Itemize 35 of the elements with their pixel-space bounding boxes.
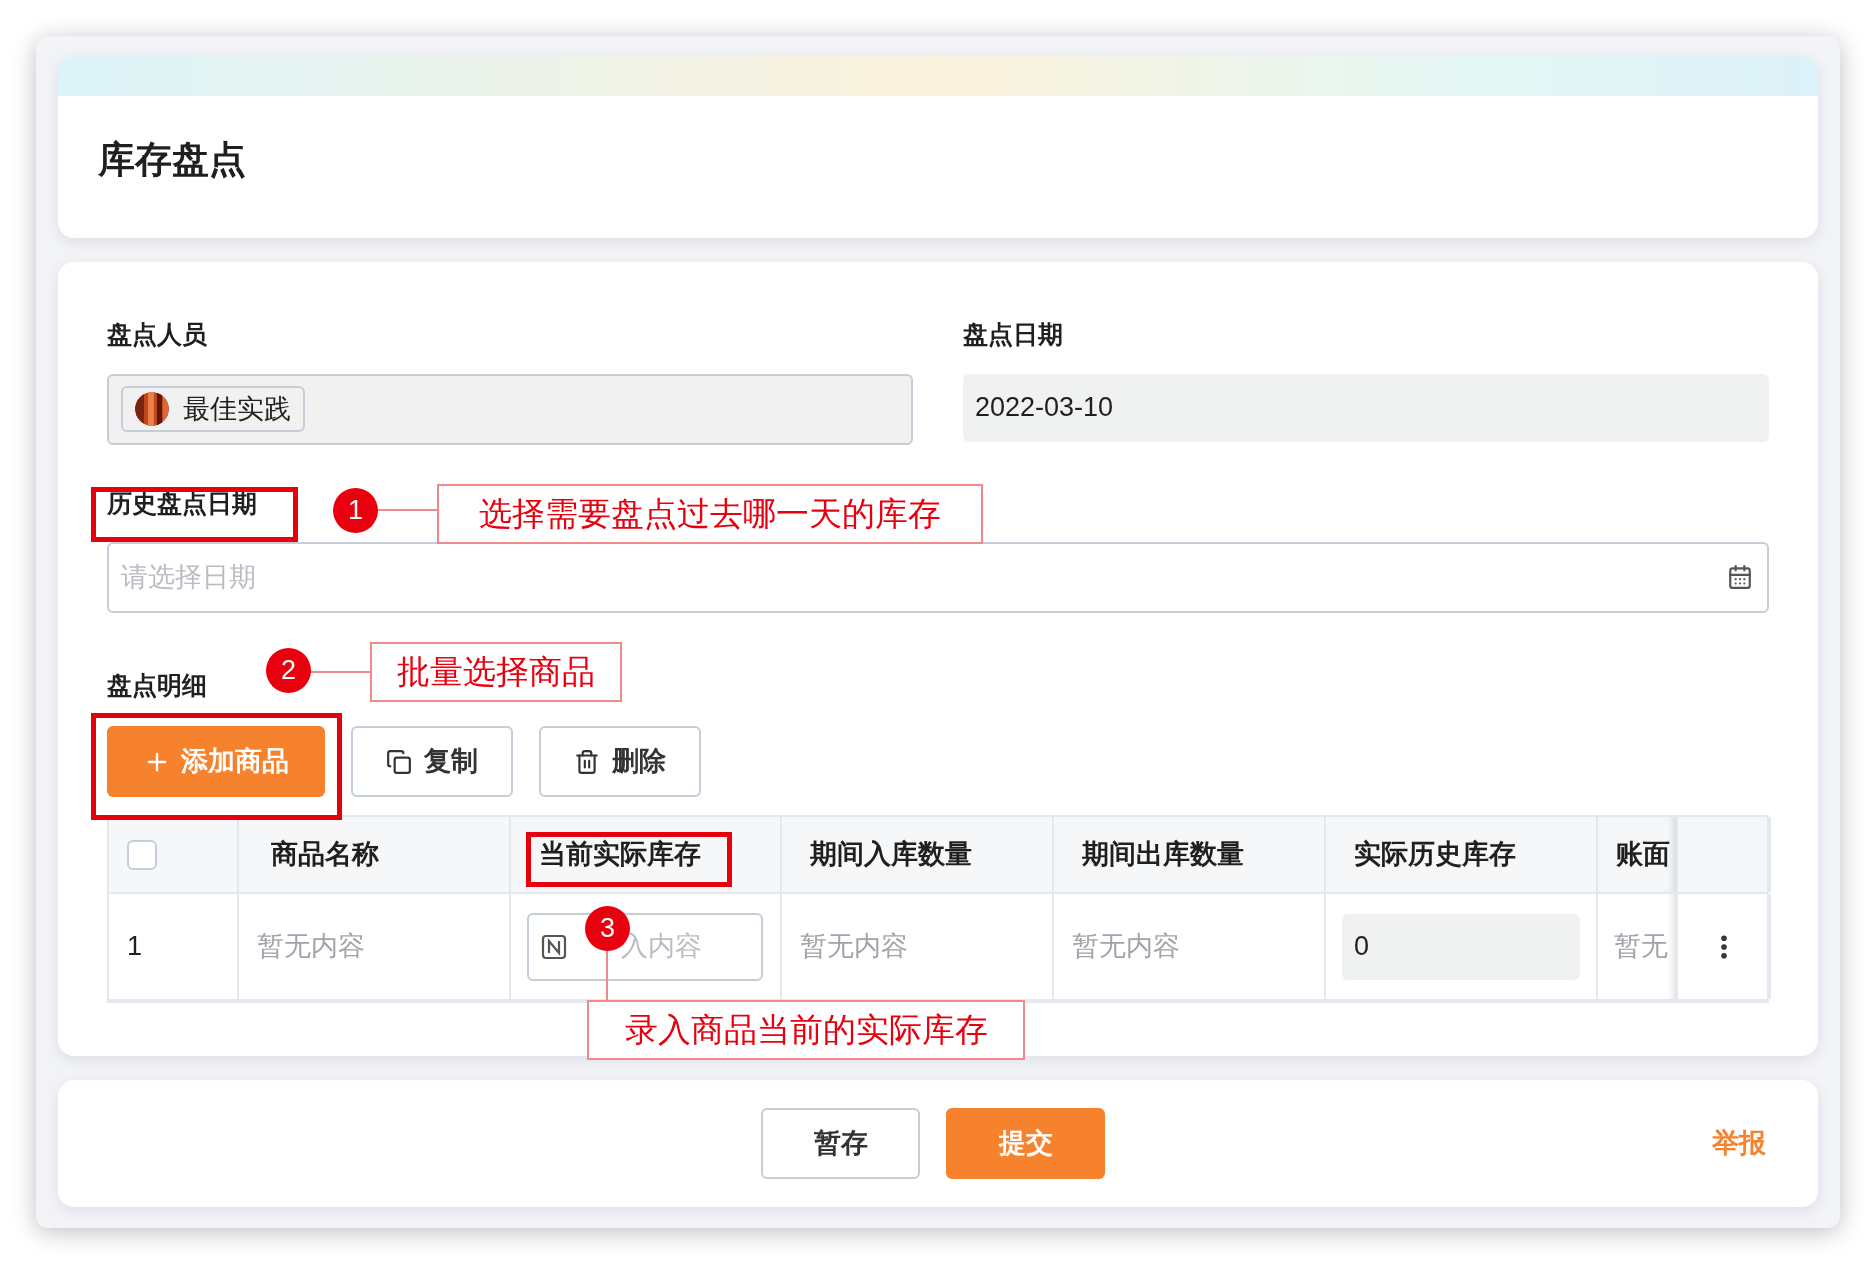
- number-icon: [541, 933, 567, 960]
- trash-icon: [574, 748, 600, 775]
- date-picker-field[interactable]: 请选择日期: [107, 541, 1769, 613]
- calendar-icon: [1727, 563, 1753, 590]
- row-number: 1: [127, 930, 143, 964]
- save-draft-button[interactable]: 暂存: [761, 1108, 920, 1179]
- copy-icon: [386, 748, 412, 775]
- column-header: 期间入库数量: [810, 841, 972, 868]
- column-header: 实际历史库存: [1354, 841, 1516, 868]
- field-label: 盘点日期: [963, 319, 1063, 350]
- date-field: 2022-03-10: [963, 373, 1769, 442]
- person-name: 最佳实践: [183, 392, 291, 426]
- table-cell-text: 暂无内容: [800, 930, 908, 964]
- callout-text: 批量选择商品: [370, 642, 622, 702]
- column-header: 商品名称: [271, 841, 379, 868]
- copy-button[interactable]: 复制: [351, 726, 513, 797]
- column-header: 期间出库数量: [1082, 841, 1244, 868]
- leader-line: [377, 509, 437, 511]
- history-stock-field: 0: [1342, 913, 1580, 980]
- column-header: 当前实际库存: [539, 841, 701, 868]
- column-header: 账面: [1616, 841, 1670, 868]
- person-field[interactable]: 最佳实践: [107, 373, 913, 445]
- callout-text: 录入商品当前的实际库存: [587, 1000, 1025, 1060]
- callout-text: 选择需要盘点过去哪一天的库存: [437, 484, 983, 544]
- table-cell-text: 暂无内容: [257, 930, 365, 964]
- table-cell-text: 暂无: [1614, 930, 1668, 964]
- leader-line: [606, 950, 608, 1000]
- delete-button[interactable]: 删除: [539, 726, 701, 797]
- field-label: 盘点人员: [107, 319, 207, 350]
- section-label: 盘点明细: [107, 669, 207, 701]
- field-label: 历史盘点日期: [107, 490, 257, 516]
- table-cell-text: 暂无内容: [1072, 930, 1180, 964]
- page-title: 库存盘点: [98, 138, 246, 183]
- select-all-checkbox[interactable]: [127, 839, 157, 870]
- leader-line: [310, 671, 370, 673]
